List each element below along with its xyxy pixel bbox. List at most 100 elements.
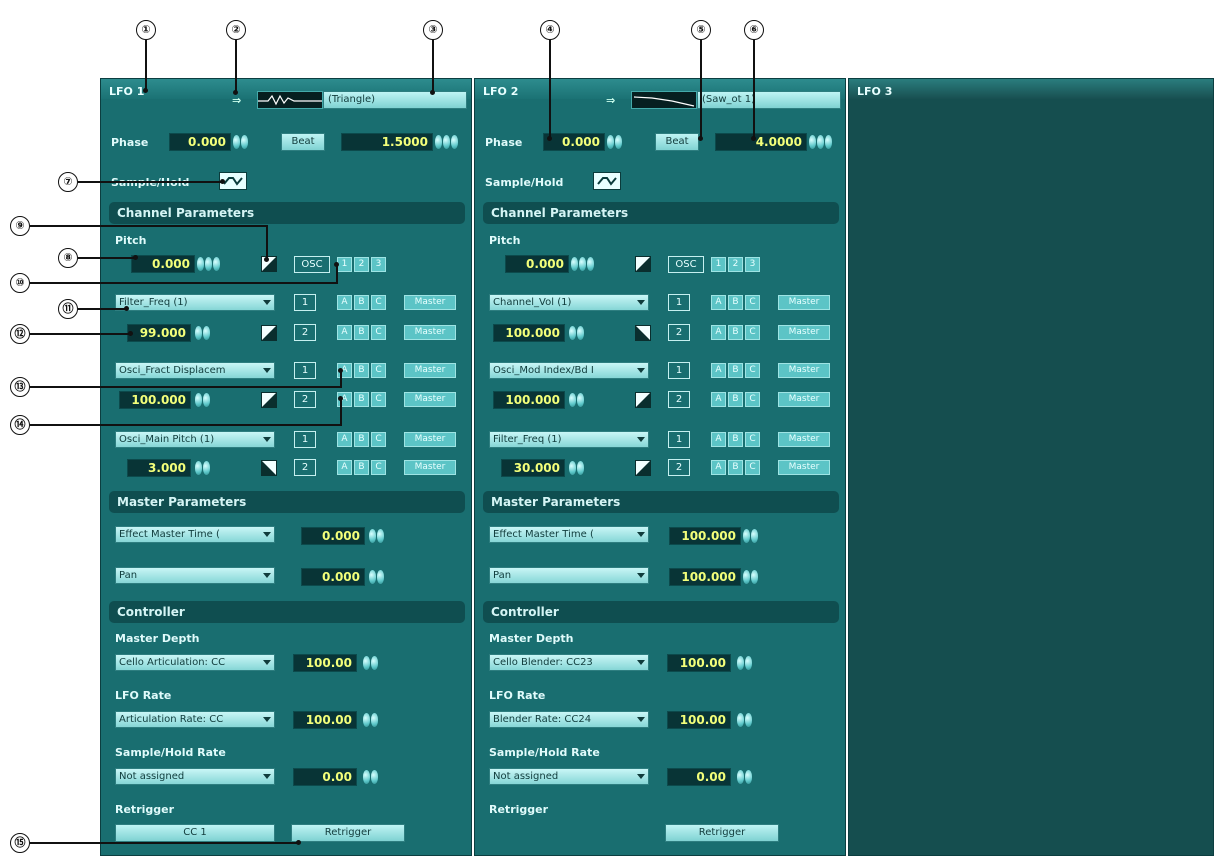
master-param-dropdown[interactable]: Pan: [489, 567, 649, 584]
destination-dropdown[interactable]: Osci_Mod Index/Bd I: [489, 362, 649, 379]
slot-2[interactable]: 2: [668, 459, 690, 476]
pitch-knob[interactable]: [587, 257, 594, 271]
slot-2[interactable]: 2: [668, 324, 690, 341]
slot-a[interactable]: A: [711, 460, 726, 475]
lfo-rate-knob[interactable]: [745, 713, 752, 727]
master-param-knob[interactable]: [751, 529, 758, 543]
amount-knob[interactable]: [577, 326, 584, 340]
pitch-value[interactable]: 0.000: [131, 255, 195, 273]
amount-knob[interactable]: [577, 393, 584, 407]
osc-slot[interactable]: 1: [711, 257, 726, 272]
slot-a[interactable]: A: [711, 325, 726, 340]
modulation-amount[interactable]: 3.000: [127, 459, 191, 477]
osc-slot[interactable]: 2: [728, 257, 743, 272]
sample-hold-rate-knob[interactable]: [745, 770, 752, 784]
destination-dropdown[interactable]: Filter_Freq (1): [115, 294, 275, 311]
amount-knob[interactable]: [577, 461, 584, 475]
polarity-toggle[interactable]: [635, 325, 651, 341]
slot-b[interactable]: B: [728, 325, 743, 340]
master-param-knob[interactable]: [377, 570, 384, 584]
master-param-knob[interactable]: [751, 570, 758, 584]
waveform-select[interactable]: (Saw_ot 1): [697, 91, 841, 109]
amount-knob[interactable]: [203, 393, 210, 407]
master-param-dropdown[interactable]: Pan: [115, 567, 275, 584]
master-button[interactable]: Master: [778, 325, 830, 340]
master-param-value[interactable]: 100.000: [669, 568, 741, 586]
master-depth-cc-dropdown[interactable]: Cello Articulation: CC: [115, 654, 275, 671]
amount-knob[interactable]: [203, 461, 210, 475]
slot-c[interactable]: C: [745, 325, 760, 340]
polarity-toggle[interactable]: [261, 325, 277, 341]
slot-a[interactable]: A: [711, 432, 726, 447]
pitch-knob[interactable]: [205, 257, 212, 271]
destination-dropdown[interactable]: Channel_Vol (1): [489, 294, 649, 311]
amount-knob[interactable]: [569, 326, 576, 340]
modulation-amount[interactable]: 100.000: [493, 324, 565, 342]
modulation-amount[interactable]: 30.000: [501, 459, 565, 477]
master-button[interactable]: Master: [778, 460, 830, 475]
slot-b[interactable]: B: [354, 325, 369, 340]
beat-button[interactable]: Beat: [281, 133, 325, 151]
slot-c[interactable]: C: [745, 392, 760, 407]
amount-knob[interactable]: [569, 461, 576, 475]
slot-b[interactable]: B: [354, 392, 369, 407]
slot-2[interactable]: 2: [294, 391, 316, 408]
osc-button[interactable]: OSC: [294, 256, 330, 273]
polarity-toggle[interactable]: [261, 392, 277, 408]
polarity-toggle[interactable]: [261, 460, 277, 476]
master-depth-knob[interactable]: [363, 656, 370, 670]
slot-b[interactable]: B: [354, 295, 369, 310]
master-button[interactable]: Master: [778, 295, 830, 310]
slot-b[interactable]: B: [728, 460, 743, 475]
amount-knob[interactable]: [203, 326, 210, 340]
pitch-value[interactable]: 0.000: [505, 255, 569, 273]
slot-c[interactable]: C: [745, 363, 760, 378]
sample-hold-rate-value[interactable]: 0.00: [293, 768, 357, 786]
sample-hold-rate-cc-dropdown[interactable]: Not assigned: [489, 768, 649, 785]
osc-slot[interactable]: 2: [354, 257, 369, 272]
slot-c[interactable]: C: [745, 432, 760, 447]
master-button[interactable]: Master: [404, 392, 456, 407]
slot-c[interactable]: C: [371, 460, 386, 475]
slot-a[interactable]: A: [711, 363, 726, 378]
osc-button[interactable]: OSC: [668, 256, 704, 273]
slot-a[interactable]: A: [711, 392, 726, 407]
retrigger-cc-select[interactable]: CC 1: [115, 824, 275, 842]
master-button[interactable]: Master: [778, 392, 830, 407]
lfo-rate-cc-dropdown[interactable]: Articulation Rate: CC: [115, 711, 275, 728]
phase-value[interactable]: 0.000: [169, 133, 231, 151]
osc-slot[interactable]: 3: [745, 257, 760, 272]
slot-1[interactable]: 1: [668, 362, 690, 379]
phase-knob[interactable]: [615, 135, 622, 149]
slot-c[interactable]: C: [371, 325, 386, 340]
beat-button[interactable]: Beat: [655, 133, 699, 151]
amount-knob[interactable]: [195, 393, 202, 407]
master-param-knob[interactable]: [369, 570, 376, 584]
sample-hold-rate-cc-dropdown[interactable]: Not assigned: [115, 768, 275, 785]
lfo-rate-knob[interactable]: [363, 713, 370, 727]
master-param-knob[interactable]: [377, 529, 384, 543]
pitch-polarity-toggle[interactable]: [635, 256, 651, 272]
master-button[interactable]: Master: [404, 363, 456, 378]
destination-dropdown[interactable]: Osci_Fract Displacem: [115, 362, 275, 379]
phase-knob[interactable]: [233, 135, 240, 149]
slot-b[interactable]: B: [728, 392, 743, 407]
osc-slot[interactable]: 3: [371, 257, 386, 272]
master-depth-cc-dropdown[interactable]: Cello Blender: CC23: [489, 654, 649, 671]
master-depth-knob[interactable]: [745, 656, 752, 670]
modulation-amount[interactable]: 100.000: [493, 391, 565, 409]
lfo-rate-value[interactable]: 100.00: [293, 711, 357, 729]
modulation-amount[interactable]: 99.000: [127, 324, 191, 342]
retrigger-button[interactable]: Retrigger: [291, 824, 405, 842]
osc-slot[interactable]: 1: [337, 257, 352, 272]
polarity-toggle[interactable]: [635, 392, 651, 408]
master-depth-value[interactable]: 100.00: [667, 654, 731, 672]
rate-knob[interactable]: [817, 135, 824, 149]
master-param-value[interactable]: 0.000: [301, 527, 365, 545]
sample-hold-rate-knob[interactable]: [371, 770, 378, 784]
destination-dropdown[interactable]: Filter_Freq (1): [489, 431, 649, 448]
master-button[interactable]: Master: [404, 432, 456, 447]
slot-a[interactable]: A: [337, 295, 352, 310]
pitch-knob[interactable]: [579, 257, 586, 271]
slot-c[interactable]: C: [371, 392, 386, 407]
